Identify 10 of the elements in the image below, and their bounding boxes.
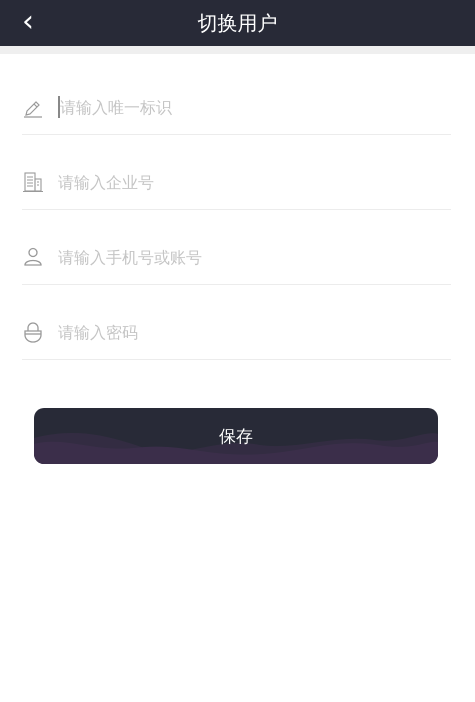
input-field[interactable]: 请输入手机号或账号 [58, 248, 451, 266]
input-field[interactable]: 请输入唯一标识 [60, 98, 451, 116]
page-title: 切换用户 [198, 10, 278, 36]
building-icon [22, 171, 44, 193]
input-field[interactable]: 请输入密码 [58, 322, 451, 342]
lock-icon [22, 321, 44, 343]
input-field[interactable]: 请输入企业号 [58, 172, 451, 192]
person-icon [22, 246, 44, 268]
save-button[interactable]: 保存 [34, 408, 438, 464]
back-button[interactable]: ‹ [16, 8, 40, 36]
